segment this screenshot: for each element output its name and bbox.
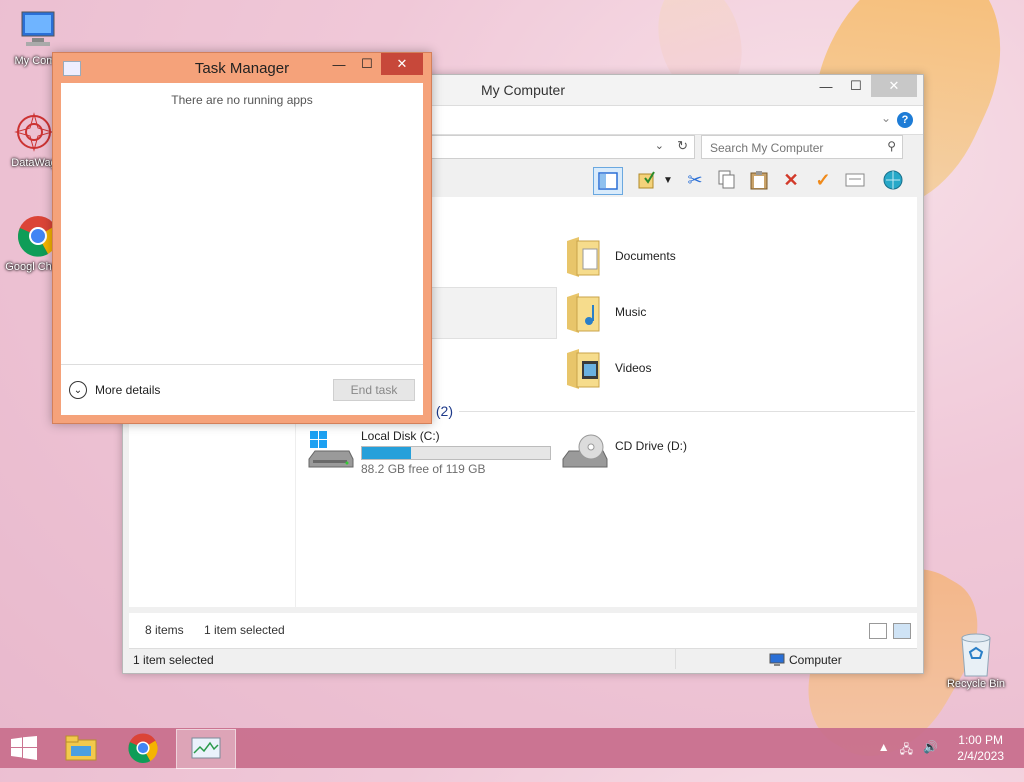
- refresh-icon[interactable]: ↻: [677, 138, 688, 154]
- chevron-down-icon[interactable]: ⌄: [881, 111, 891, 125]
- folder-music[interactable]: Music: [565, 289, 646, 335]
- hard-drive-icon: [307, 429, 355, 473]
- more-details-label: More details: [95, 383, 161, 397]
- recycle-bin-icon: [956, 630, 996, 678]
- folder-videos[interactable]: Videos: [565, 345, 651, 391]
- taskbar-chrome[interactable]: [114, 729, 172, 767]
- drive-usage-bar: [361, 446, 551, 460]
- folder-documents[interactable]: Documents: [565, 233, 676, 279]
- search-input[interactable]: [708, 138, 872, 158]
- status-location: Computer: [789, 653, 842, 667]
- help-icon[interactable]: ?: [897, 112, 913, 128]
- properties-button[interactable]: [633, 167, 661, 193]
- close-button[interactable]: ✕: [381, 53, 423, 75]
- chevron-down-icon[interactable]: ▼: [661, 167, 675, 193]
- pane-icon: [598, 172, 618, 190]
- paste-icon[interactable]: [745, 167, 773, 193]
- task-manager-footer: ⌄ More details End task: [61, 364, 423, 415]
- drive-free-space: 88.2 GB free of 119 GB: [361, 462, 486, 476]
- end-task-button[interactable]: End task: [333, 379, 415, 401]
- network-icon[interactable]: 🖧: [900, 740, 913, 761]
- maximize-button[interactable]: ☐: [353, 53, 381, 75]
- delete-icon[interactable]: ✕: [777, 167, 805, 193]
- globe-icon[interactable]: [879, 167, 907, 193]
- taskbar: ▲ 🖧 🔊 1:00 PM 2/4/2023: [0, 728, 1024, 769]
- show-hidden-icons-icon[interactable]: ▲: [878, 740, 890, 761]
- drive-local-disk-c[interactable]: Local Disk (C:) 88.2 GB free of 119 GB: [307, 429, 551, 476]
- drive-usage-fill: [362, 447, 411, 459]
- drive-label: CD Drive (D:): [615, 439, 687, 453]
- minimize-button[interactable]: —: [811, 75, 841, 97]
- clock[interactable]: 1:00 PM 2/4/2023: [957, 732, 1004, 764]
- task-manager-window[interactable]: Task Manager — ☐ ✕ There are no running …: [52, 52, 432, 424]
- file-explorer-icon: [65, 735, 97, 761]
- taskbar-file-explorer[interactable]: [52, 729, 110, 767]
- clock-date: 2/4/2023: [957, 749, 1004, 763]
- minimize-button[interactable]: —: [325, 53, 353, 75]
- system-tray: ▲ 🖧 🔊: [878, 740, 938, 761]
- folder-label: Documents: [615, 249, 676, 263]
- task-manager-titlebar[interactable]: Task Manager — ☐ ✕: [53, 53, 431, 83]
- chrome-icon: [128, 733, 158, 764]
- preview-pane-button[interactable]: [593, 167, 623, 195]
- folder-label: Music: [615, 305, 647, 319]
- search-box[interactable]: ⚲: [701, 135, 903, 159]
- properties-icon: [638, 171, 655, 189]
- chevron-down-icon: ⌄: [69, 381, 87, 399]
- folder-icon: [565, 289, 605, 335]
- properties-small-icon[interactable]: [841, 167, 869, 193]
- cd-drive-icon: [561, 429, 609, 473]
- volume-icon[interactable]: 🔊: [923, 740, 938, 761]
- desktop-icon-recycle-bin[interactable]: Recycle Bin: [940, 630, 1012, 690]
- desktop-icon-label: Recycle Bin: [946, 678, 1006, 690]
- close-button[interactable]: ✕: [871, 75, 917, 97]
- more-details-button[interactable]: ⌄ More details: [69, 381, 160, 399]
- selection-count: 1 item selected: [204, 623, 285, 637]
- clock-time: 1:00 PM: [958, 733, 1003, 747]
- chevron-down-icon[interactable]: ⌄: [655, 139, 664, 152]
- search-icon[interactable]: ⚲: [887, 139, 896, 153]
- status-divider: [675, 649, 676, 669]
- details-view-icon[interactable]: [869, 623, 887, 639]
- copy-icon[interactable]: [713, 167, 741, 193]
- maximize-button[interactable]: ☐: [841, 75, 871, 97]
- selected-item-highlight[interactable]: [425, 287, 557, 339]
- computer-icon: [769, 653, 785, 666]
- taskbar-task-manager[interactable]: [176, 729, 236, 769]
- folder-icon: [565, 233, 605, 279]
- task-manager-icon: [191, 737, 221, 759]
- folder-label: Videos: [615, 361, 652, 375]
- start-button[interactable]: [0, 728, 48, 768]
- details-row: 8 items 1 item selected: [129, 613, 917, 651]
- empty-message: There are no running apps: [171, 93, 313, 107]
- drive-label: Local Disk (C:): [361, 429, 440, 443]
- section-divider: [459, 411, 915, 412]
- status-bar-text: 1 item selected: [133, 653, 214, 667]
- rename-icon[interactable]: ✓: [809, 167, 837, 193]
- item-count: 8 items: [145, 623, 184, 637]
- computer-icon: [16, 8, 60, 52]
- windows-logo-icon: [11, 736, 37, 760]
- datawag-icon: [12, 110, 56, 154]
- large-icons-view-icon[interactable]: [893, 623, 911, 639]
- cut-icon[interactable]: ✂: [681, 167, 709, 193]
- task-manager-body: There are no running apps ⌄ More details…: [61, 83, 423, 415]
- folder-icon: [565, 345, 605, 391]
- status-bar: 1 item selected Computer: [129, 648, 917, 669]
- drive-cd-d[interactable]: CD Drive (D:): [561, 429, 687, 473]
